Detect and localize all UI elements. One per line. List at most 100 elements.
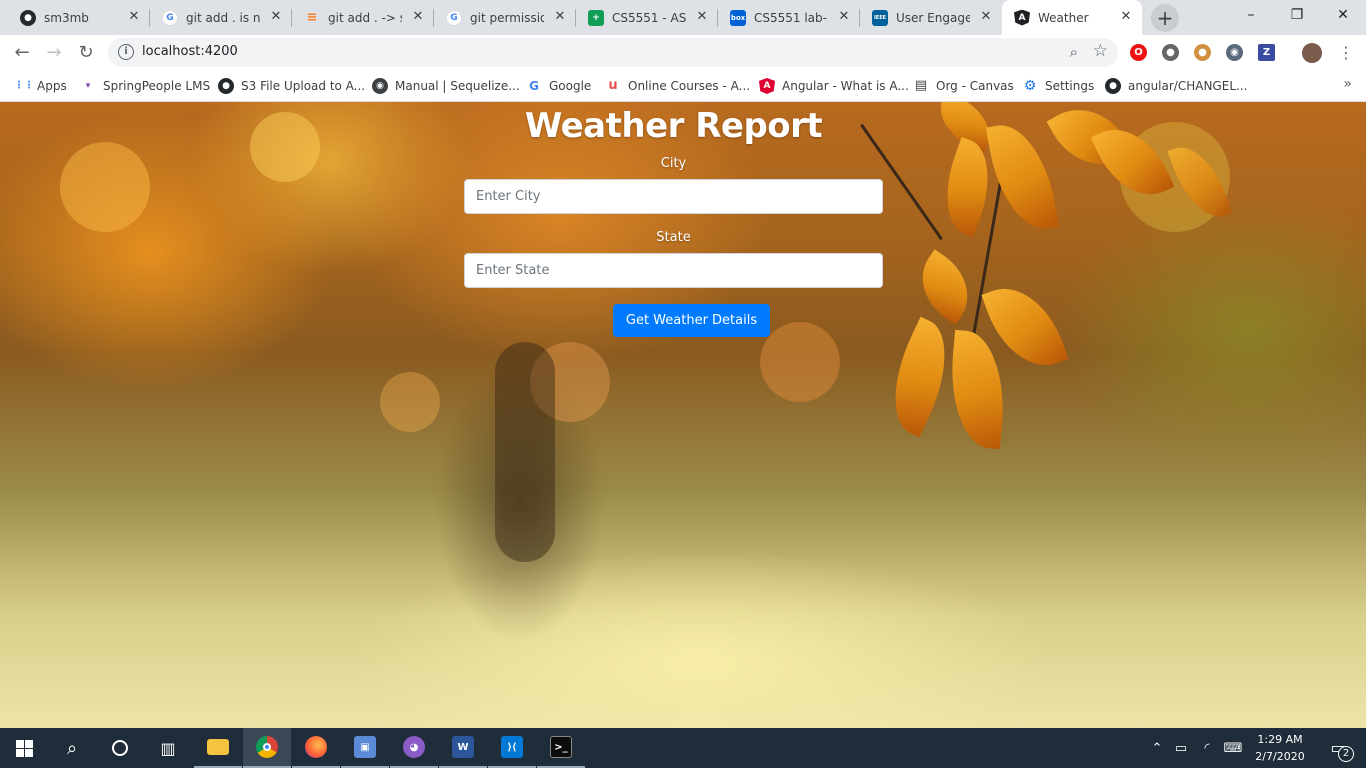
url-text[interactable]: localhost:4200	[142, 44, 238, 59]
tab-weather[interactable]: A Weather ✕	[1002, 0, 1142, 35]
stackoverflow-icon: ≡	[306, 10, 318, 25]
close-icon[interactable]: ✕	[978, 9, 994, 25]
bookmark-settings[interactable]: ⚙ Settings	[1022, 76, 1095, 96]
word-icon: W	[452, 736, 474, 758]
github-icon: ●	[20, 9, 36, 26]
bookmark-angular-changelog[interactable]: ● angular/CHANGEL...	[1105, 76, 1247, 96]
bookmark-udemy[interactable]: u Online Courses - A...	[605, 76, 750, 96]
tab-box[interactable]: box CS5551 lab-2.c ✕	[718, 0, 860, 35]
zotero-extension-icon[interactable]: Z	[1258, 44, 1275, 61]
tab-label: Weather	[1038, 10, 1089, 25]
more-bookmarks-icon[interactable]: »	[1343, 76, 1352, 92]
tab-github[interactable]: ● sm3mb ✕	[8, 0, 150, 35]
close-icon[interactable]: ✕	[126, 9, 142, 25]
close-icon[interactable]: ✕	[836, 9, 852, 25]
bokeh-decoration	[380, 372, 440, 432]
battery-icon: ▭	[1174, 740, 1188, 756]
bookmark-springpeople[interactable]: ▾ SpringPeople LMS	[80, 76, 210, 96]
search-button[interactable]: ⌕	[48, 728, 96, 768]
get-weather-button[interactable]: Get Weather Details	[612, 304, 771, 337]
bokeh-decoration	[60, 142, 150, 232]
state-input[interactable]	[464, 253, 883, 288]
tab-label: CS5551 - ASE 2	[612, 10, 686, 25]
tab-git-permission[interactable]: G git permission ✕	[434, 0, 576, 35]
folder-icon	[207, 739, 229, 755]
clock-date: 2/7/2020	[1255, 750, 1305, 763]
close-icon[interactable]: ✕	[694, 9, 710, 25]
tab-label: git add . -> sti	[328, 10, 402, 25]
wifi-tray[interactable]: ◜	[1196, 728, 1218, 768]
zoom-icon[interactable]: ⌕	[1070, 43, 1078, 61]
close-window-button[interactable]: ✕	[1320, 0, 1366, 30]
extension-circle-icon[interactable]: ●	[1162, 44, 1179, 61]
start-button[interactable]	[0, 728, 48, 768]
bookmark-canvas[interactable]: ▤ Org - Canvas	[913, 76, 1014, 96]
taskbar-app-terminal[interactable]: >_	[537, 728, 585, 768]
angular-icon: A	[1014, 9, 1030, 26]
show-hidden-icons[interactable]: ⌃	[1148, 728, 1166, 768]
github-desktop-icon: ◕	[403, 736, 425, 758]
task-view-icon: ▥	[160, 738, 176, 758]
restore-button[interactable]: ❐	[1274, 0, 1320, 30]
google-icon: G	[526, 78, 542, 94]
new-tab-button[interactable]: +	[1151, 4, 1179, 32]
task-view-button[interactable]: ▥	[144, 728, 192, 768]
battery-tray[interactable]: ▭	[1170, 728, 1192, 768]
info-icon[interactable]: i	[118, 44, 134, 60]
bookmarks-bar: ⋮⋮ Apps ▾ SpringPeople LMS ● S3 File Upl…	[0, 70, 1366, 102]
box-icon: box	[730, 9, 746, 26]
eye-extension-icon[interactable]: ◉	[1226, 44, 1243, 61]
bookmark-s3-upload[interactable]: ● S3 File Upload to A...	[218, 76, 365, 96]
back-button[interactable]: ←	[8, 39, 36, 67]
tab-ieee[interactable]: IEEE User Engagem ✕	[860, 0, 1002, 35]
browser-tab-strip: ● sm3mb ✕ G git add . is not ✕ ≡ git add…	[0, 0, 1366, 35]
forward-button[interactable]: →	[40, 39, 68, 67]
browser-toolbar: ← → ↻ i localhost:4200 ⌕ ☆ O ● ● ◉ Z ⋮	[0, 35, 1366, 70]
google-icon: G	[446, 9, 462, 26]
close-icon[interactable]: ✕	[268, 9, 284, 25]
tab-stackoverflow[interactable]: ≡ git add . -> sti ✕	[292, 0, 434, 35]
address-bar[interactable]: i localhost:4200 ⌕ ☆	[108, 38, 1118, 67]
cookie-extension-icon[interactable]: ●	[1194, 44, 1211, 61]
gear-icon: ⚙	[1023, 78, 1037, 94]
bookmark-sequelize[interactable]: ◉ Manual | Sequelize...	[372, 76, 520, 96]
reload-button[interactable]: ↻	[72, 39, 100, 67]
page-title: Weather Report	[524, 106, 823, 146]
keyboard-tray[interactable]: ⌨	[1220, 728, 1246, 768]
taskbar-app-remote-desktop[interactable]: ▣	[341, 728, 389, 768]
keyboard-icon: ⌨	[1223, 740, 1243, 756]
notification-count: 2	[1338, 746, 1354, 762]
menu-icon[interactable]: ⋮	[1332, 39, 1360, 67]
vscode-icon: ⟩⟨	[501, 736, 523, 758]
bookmark-google[interactable]: G Google	[526, 76, 591, 96]
close-icon[interactable]: ✕	[410, 9, 426, 25]
minimize-button[interactable]: –	[1228, 0, 1274, 30]
taskbar-clock[interactable]: 1:29 AM 2/7/2020	[1250, 731, 1310, 765]
taskbar-app-firefox[interactable]	[292, 728, 340, 768]
bookmark-apps[interactable]: ⋮⋮ Apps	[14, 76, 67, 96]
tab-sheets[interactable]: + CS5551 - ASE 2 ✕	[576, 0, 718, 35]
ieee-icon: IEEE	[872, 9, 888, 26]
avatar[interactable]	[1302, 43, 1322, 63]
github-icon: ●	[1105, 78, 1121, 94]
opera-extension-icon[interactable]: O	[1130, 44, 1147, 61]
city-input[interactable]	[464, 179, 883, 214]
taskbar-app-github-desktop[interactable]: ◕	[390, 728, 438, 768]
tab-git-add[interactable]: G git add . is not ✕	[150, 0, 292, 35]
bookmark-angular[interactable]: A Angular - What is A...	[759, 76, 909, 96]
close-icon[interactable]: ✕	[552, 9, 568, 25]
terminal-icon: >_	[550, 736, 572, 758]
cortana-button[interactable]	[96, 728, 144, 768]
taskbar-app-file-explorer[interactable]	[194, 728, 242, 768]
windows-logo-icon	[15, 739, 33, 757]
state-label: State	[656, 230, 691, 245]
leaf-decoration	[906, 249, 984, 325]
close-icon[interactable]: ✕	[1118, 9, 1134, 25]
taskbar-app-vscode[interactable]: ⟩⟨	[488, 728, 536, 768]
sheets-icon: +	[588, 9, 604, 26]
taskbar-app-chrome[interactable]	[243, 728, 291, 768]
action-center-button[interactable]: ▭ 2	[1318, 728, 1358, 768]
taskbar-app-word[interactable]: W	[439, 728, 487, 768]
tab-label: sm3mb	[44, 10, 89, 25]
bookmark-star-icon[interactable]: ☆	[1093, 41, 1108, 61]
